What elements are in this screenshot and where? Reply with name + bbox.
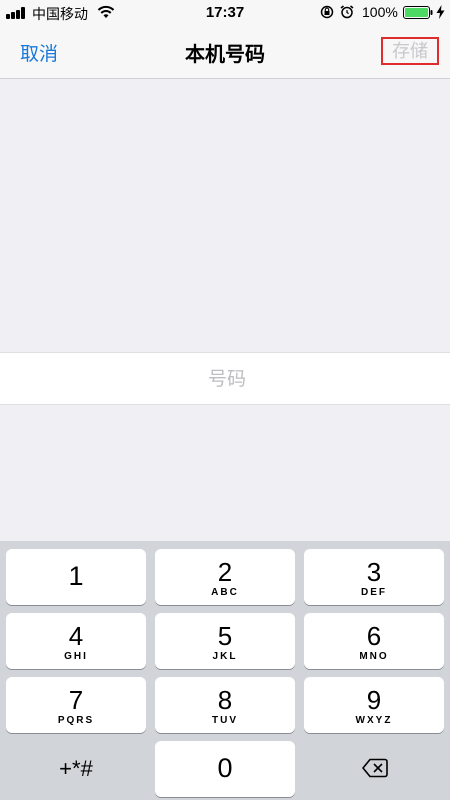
key-digit: 0: [217, 753, 233, 783]
key-digit: 8: [217, 685, 233, 715]
key-digit: 9: [366, 685, 382, 715]
key-digit: 2: [217, 557, 233, 587]
key-digit: 3: [366, 557, 382, 587]
key-letters: MNO: [359, 651, 389, 662]
save-button[interactable]: 存储: [381, 37, 439, 65]
backspace-icon: [362, 758, 388, 778]
key-3[interactable]: 3 DEF: [304, 549, 444, 605]
key-letters: GHI: [64, 651, 88, 662]
number-input[interactable]: [0, 353, 450, 406]
key-7[interactable]: 7 PQRS: [6, 677, 146, 733]
key-digit: 1: [68, 561, 84, 591]
dial-keypad: 1 2 ABC 3 DEF 4 GHI 5 JKL 6 MNO 7 PQRS 8…: [0, 541, 450, 800]
key-8[interactable]: 8 TUV: [155, 677, 295, 733]
status-bar: 中国移动 17:37 100%: [0, 0, 450, 26]
key-6[interactable]: 6 MNO: [304, 613, 444, 669]
key-0[interactable]: 0: [155, 741, 295, 797]
navigation-bar: 取消 本机号码 存储: [0, 26, 450, 79]
battery-icon: [403, 6, 433, 19]
key-9[interactable]: 9 WXYZ: [304, 677, 444, 733]
key-letters: ABC: [211, 587, 239, 598]
number-field: [0, 352, 450, 406]
alarm-icon: [340, 5, 354, 19]
key-digit: 5: [217, 621, 233, 651]
key-5[interactable]: 5 JKL: [155, 613, 295, 669]
key-digit: 4: [68, 621, 84, 651]
battery-percentage: 100%: [362, 4, 398, 20]
key-letters: PQRS: [57, 715, 95, 726]
key-letters: WXYZ: [355, 715, 393, 726]
key-2[interactable]: 2 ABC: [155, 549, 295, 605]
delete-key[interactable]: [304, 741, 444, 797]
rotation-lock-icon: [320, 5, 334, 19]
key-1[interactable]: 1: [6, 549, 146, 605]
key-letters: JKL: [212, 651, 238, 662]
key-digit: 6: [366, 621, 382, 651]
key-letters: DEF: [361, 587, 387, 598]
key-letters: TUV: [212, 715, 238, 726]
charging-icon: [436, 5, 445, 19]
symbols-key[interactable]: +*#: [6, 741, 146, 797]
key-4[interactable]: 4 GHI: [6, 613, 146, 669]
key-digit: 7: [68, 685, 84, 715]
